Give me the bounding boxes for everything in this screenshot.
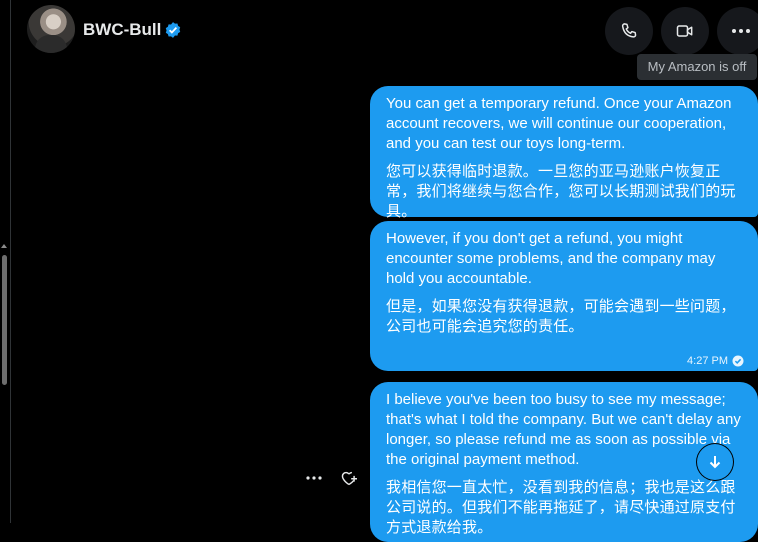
message-text-en: However, if you don't get a refund, you …: [386, 230, 716, 287]
scroll-up-arrow-icon[interactable]: [1, 244, 7, 248]
scrollbar[interactable]: [0, 122, 10, 523]
message-meta: 4:27 PM: [386, 351, 744, 371]
arrow-down-icon: [709, 456, 721, 469]
more-options-button[interactable]: [717, 7, 758, 55]
video-call-button[interactable]: [661, 7, 709, 55]
avatar[interactable]: [27, 5, 75, 53]
video-camera-icon: [676, 25, 693, 37]
phone-icon: [621, 23, 637, 38]
message-bubble[interactable]: You can get a temporary refund. Once you…: [370, 86, 758, 220]
call-button[interactable]: [605, 7, 653, 55]
conversation-header: BWC-Bull: [0, 0, 758, 62]
message-text-cn: 但是，如果您没有获得退款，可能会遇到一些问题，公司也可能会追究您的责任。: [386, 298, 736, 335]
message-text-en: I believe you've been too busy to see my…: [386, 391, 741, 468]
display-name[interactable]: BWC-Bull: [83, 20, 161, 40]
message-bubble[interactable]: However, if you don't get a refund, you …: [370, 221, 758, 371]
message-actions: [306, 470, 358, 486]
more-horizontal-icon[interactable]: [306, 476, 322, 480]
tooltip: My Amazon is off: [637, 54, 757, 80]
message-text-en: You can get a temporary refund. Once you…: [386, 95, 732, 152]
message-text-cn: 您可以获得临时退款。一旦您的亚马逊账户恢复正常，我们将继续与您合作，您可以长期测…: [386, 163, 736, 220]
add-reaction-heart-icon[interactable]: [340, 470, 358, 486]
message-timestamp: 4:27 PM: [687, 355, 728, 367]
scroll-to-bottom-button[interactable]: [697, 444, 733, 480]
verified-badge-icon: [165, 22, 181, 38]
sidebar-divider: [10, 0, 11, 523]
scroll-thumb[interactable]: [2, 255, 7, 385]
message-text-cn: 我相信您一直太忙，没看到我的信息；我也是这么跟公司说的。但我们不能再拖延了，请尽…: [386, 479, 736, 536]
read-receipt-icon: [732, 355, 744, 367]
more-horizontal-icon: [732, 29, 750, 33]
